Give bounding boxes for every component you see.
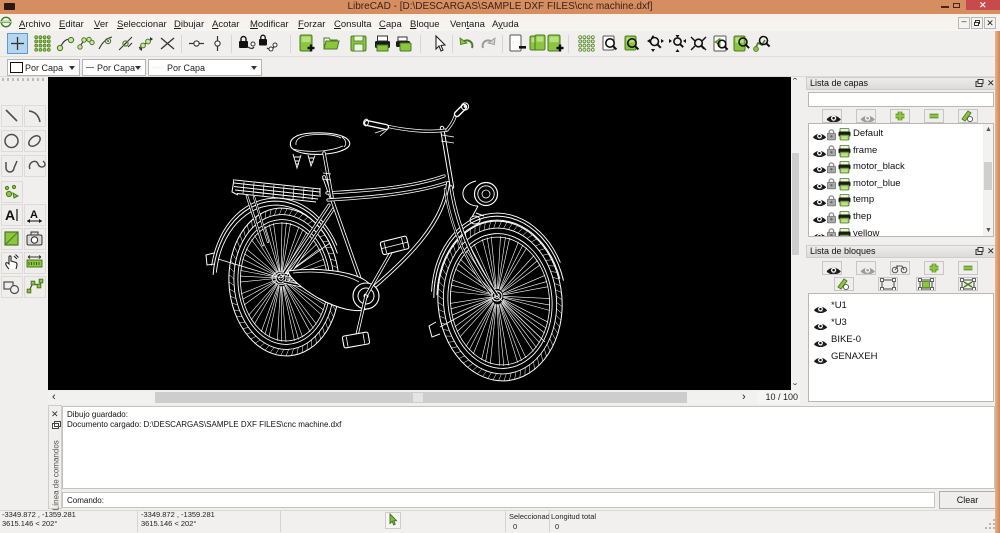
svg-text:A: A [5,207,15,223]
svg-text:A: A [30,209,38,221]
